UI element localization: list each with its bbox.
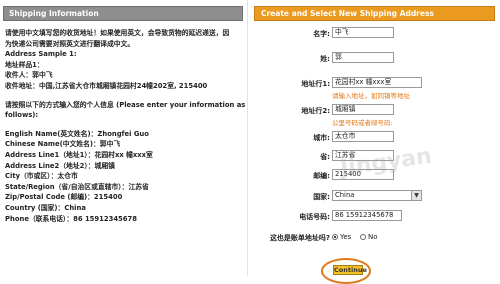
address2-label: 地址行2: <box>301 107 330 115</box>
info-line: 请按照以下的方式输入您的个人信息 (Please enter your info… <box>5 100 246 109</box>
city-input[interactable]: 太仓市 <box>332 131 394 142</box>
address2-hint: 公里号码或者邮号码: <box>332 119 393 127</box>
info-line: 收件人：郭中飞 <box>5 71 53 80</box>
info-line: 为快递公司需要对照英文进行翻译成中文。 <box>5 39 135 48</box>
zip-label: 邮编: <box>313 172 330 180</box>
province-label: 省: <box>320 153 330 161</box>
info-line: 请使用中文填写您的收货地址！如果使用英文，会导致货物的延迟递送，因 <box>5 29 230 37</box>
shipping-info-panel: Shipping Information 请使用中文填写您的收货地址！如果使用英… <box>0 0 248 276</box>
address1-label: 地址行1: <box>301 80 330 88</box>
info-line: English Name(英文姓名)：Zhongfei Guo <box>5 129 149 138</box>
address1-hint: 请输入地址，如同镇等地址 <box>332 92 410 100</box>
billing-no-radio[interactable]: No <box>360 233 378 241</box>
info-line: Address Line2（地址2）：城厢镇 <box>5 161 115 170</box>
last-name-input[interactable]: 郭 <box>332 52 394 63</box>
highlight-circle <box>321 258 371 284</box>
country-select[interactable]: China ▼ <box>332 190 422 201</box>
last-name-label: 姓: <box>320 55 330 63</box>
info-line: Chinese Name(中文姓名)：郭中飞 <box>5 140 121 149</box>
chevron-down-icon[interactable]: ▼ <box>411 191 421 200</box>
info-line: 收件地址：中国,江苏省大仓市城厢镇花园村24幢202室, 215400 <box>5 81 208 90</box>
info-line: Zip/Postal Code (邮编)：215400 <box>5 193 123 202</box>
info-line: Address Line1（地址1）：花园村xx 幢xxx室 <box>5 150 153 159</box>
info-line: Phone（联系电话）：86 15912345678 <box>5 214 137 223</box>
shipping-info-header: Shipping Information <box>3 6 243 21</box>
info-line: Country (国家)：China <box>5 203 86 212</box>
first-name-input[interactable]: 中飞 <box>332 27 394 38</box>
info-line: State/Region（省/自治区或直辖市）：江苏省 <box>5 182 149 191</box>
info-line: 地址样品1： <box>5 60 44 69</box>
country-selected-value: China <box>335 191 355 199</box>
info-line: follows): <box>5 111 39 120</box>
new-address-header: Create and Select New Shipping Address <box>254 6 495 21</box>
radio-unselected-icon <box>360 234 366 240</box>
shipping-info-body: 请使用中文填写您的收货地址！如果使用英文，会导致货物的延迟递送，因 为快递公司需要… <box>5 28 246 224</box>
info-line: Address Sample 1: <box>5 50 77 59</box>
country-label: 国家: <box>313 193 330 201</box>
billing-yes-label: Yes <box>340 233 352 241</box>
first-name-label: 名字: <box>313 30 330 38</box>
billing-yes-radio[interactable]: Yes <box>332 233 351 241</box>
billing-no-label: No <box>368 233 378 241</box>
billing-question-label: 这也是账单地址吗? <box>269 234 330 242</box>
address1-input[interactable]: 花园村xx 幢xxx室 <box>332 77 422 88</box>
new-address-form: Create and Select New Shipping Address 名… <box>250 0 500 284</box>
phone-input[interactable]: 86 15912345678 <box>332 210 402 221</box>
radio-selected-icon <box>332 234 338 240</box>
city-label: 城市: <box>313 134 330 142</box>
address2-input[interactable]: 城厢镇 <box>332 104 394 115</box>
phone-label: 电话号码: <box>299 213 330 221</box>
info-line: City（市或区）：太仓市 <box>5 172 78 181</box>
